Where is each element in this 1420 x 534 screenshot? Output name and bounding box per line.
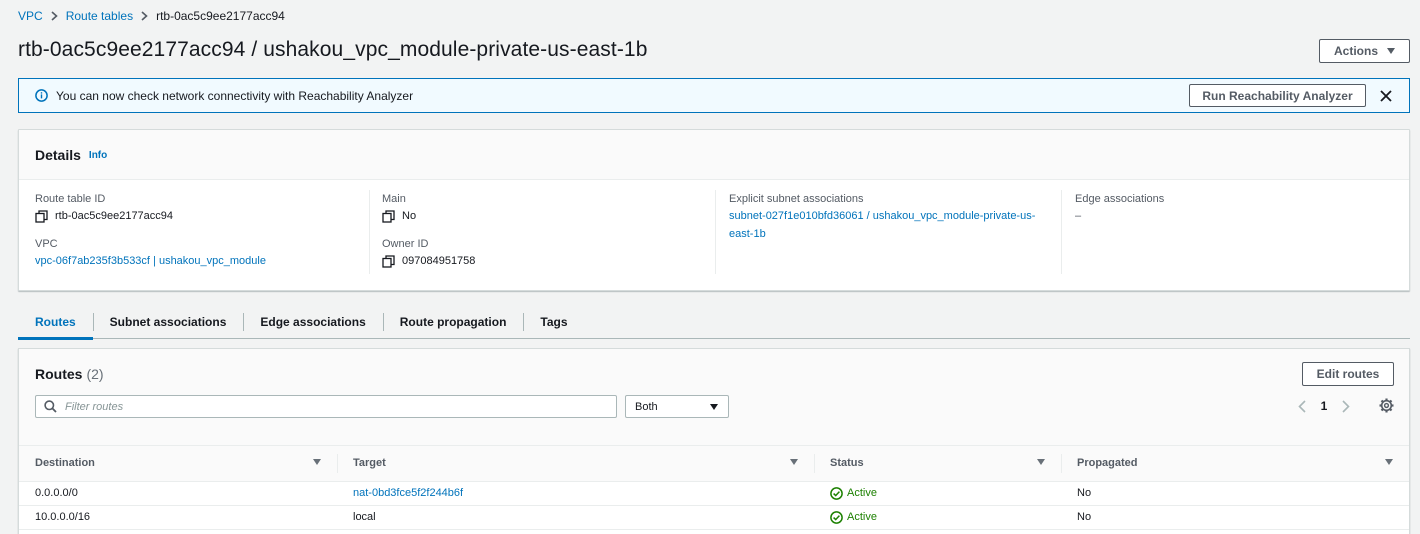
pagination: 1 — [1295, 397, 1353, 415]
sort-caret-icon — [313, 459, 321, 465]
routes-title-text: Routes — [35, 366, 83, 382]
edge-associations-value: – — [1075, 210, 1082, 222]
tab-route-propagation[interactable]: Route propagation — [382, 306, 524, 338]
next-page-icon[interactable] — [1339, 397, 1353, 415]
owner-id-value: 097084951758 — [402, 255, 476, 267]
status-badge: Active — [830, 510, 1061, 524]
column-header-status[interactable]: Status — [814, 446, 1061, 482]
copy-icon[interactable] — [382, 209, 395, 223]
tab-tags[interactable]: Tags — [523, 306, 584, 338]
details-panel: Details Info Route table ID rtb-0ac5c9ee… — [18, 129, 1410, 291]
explicit-subnet-association-link[interactable]: subnet-027f1e010bfd36061 / ushakou_vpc_m… — [729, 210, 1035, 240]
edit-routes-button[interactable]: Edit routes — [1302, 362, 1394, 386]
vpc-label: VPC — [35, 238, 58, 250]
routes-table: Destination Target Status Propagated 0.0… — [19, 446, 1409, 530]
details-info-link[interactable]: Info — [89, 150, 107, 161]
caret-down-icon — [710, 403, 718, 410]
edge-associations-label: Edge associations — [1075, 193, 1165, 205]
propagated-cell: No — [1061, 481, 1409, 506]
status-text: Active — [847, 511, 877, 523]
chevron-right-icon — [51, 11, 58, 21]
details-column-1: Route table ID rtb-0ac5c9ee2177acc94 VPC… — [35, 192, 266, 282]
run-reachability-analyzer-button[interactable]: Run Reachability Analyzer — [1189, 84, 1366, 107]
check-circle-icon — [830, 510, 843, 524]
target-cell: local — [337, 505, 814, 530]
route-type-select-value: Both — [635, 400, 658, 413]
details-column-4: Edge associations – — [1075, 192, 1164, 237]
routes-panel: Routes(2) Edit routes Both 1 — [18, 348, 1410, 534]
tab-subnet-associations[interactable]: Subnet associations — [92, 306, 244, 338]
caret-down-icon — [1387, 48, 1395, 54]
propagated-cell: No — [1061, 505, 1409, 530]
breadcrumb-vpc-link[interactable]: VPC — [18, 9, 43, 23]
chevron-right-icon — [141, 11, 148, 21]
status-cell: Active — [814, 481, 1061, 506]
tab-edge-associations[interactable]: Edge associations — [243, 306, 382, 338]
column-header-label: Target — [353, 457, 386, 470]
gear-icon[interactable] — [1379, 398, 1394, 413]
page-title: rtb-0ac5c9ee2177acc94 / ushakou_vpc_modu… — [18, 38, 648, 61]
destination-cell: 0.0.0.0/0 — [19, 481, 337, 506]
actions-button-label: Actions — [1333, 44, 1378, 58]
route-type-select[interactable]: Both — [625, 395, 729, 418]
target-link[interactable]: nat-0bd3fce5f2f244b6f — [353, 487, 463, 499]
details-column-2: Main No Owner ID 097084951758 — [382, 192, 475, 282]
column-divider — [1061, 190, 1062, 274]
sort-caret-icon — [1037, 459, 1045, 465]
column-header-label: Destination — [35, 457, 95, 470]
main-label: Main — [382, 193, 406, 205]
page-number[interactable]: 1 — [1309, 399, 1339, 413]
routes-count: (2) — [86, 366, 104, 382]
column-header-target[interactable]: Target — [337, 446, 814, 482]
column-header-label: Propagated — [1077, 457, 1138, 470]
copy-icon[interactable] — [35, 209, 48, 223]
routes-title: Routes (2) — [35, 366, 104, 382]
destination-cell: 10.0.0.0/16 — [19, 505, 337, 530]
actions-dropdown-button[interactable]: Actions — [1319, 39, 1410, 63]
close-icon[interactable] — [1377, 87, 1395, 105]
details-column-3: Explicit subnet associations subnet-027f… — [729, 192, 1049, 257]
sort-caret-icon — [1385, 459, 1393, 465]
flash-message: You can now check network connectivity w… — [56, 88, 414, 103]
copy-icon[interactable] — [382, 254, 395, 268]
column-header-label: Status — [830, 457, 864, 470]
target-cell: nat-0bd3fce5f2f244b6f — [337, 481, 814, 506]
previous-page-icon[interactable] — [1295, 397, 1309, 415]
vpc-link[interactable]: vpc-06f7ab235f3b533cf | ushakou_vpc_modu… — [35, 254, 266, 268]
search-icon — [44, 400, 57, 413]
table-header-row: Destination Target Status Propagated — [19, 446, 1409, 482]
table-row: 0.0.0.0/0 nat-0bd3fce5f2f244b6f Active N… — [19, 481, 1409, 506]
breadcrumb-current: rtb-0ac5c9ee2177acc94 — [156, 9, 285, 23]
column-header-propagated[interactable]: Propagated — [1061, 446, 1409, 482]
details-header: Details Info — [19, 130, 1409, 180]
breadcrumb-route-tables-link[interactable]: Route tables — [66, 9, 133, 23]
main-value: No — [402, 210, 417, 222]
table-row: 10.0.0.0/16 local Active No — [19, 505, 1409, 530]
column-divider — [369, 190, 370, 274]
filter-routes-field[interactable] — [35, 395, 617, 418]
check-circle-icon — [830, 486, 843, 500]
status-cell: Active — [814, 505, 1061, 530]
tab-bar: Routes Subnet associations Edge associat… — [18, 306, 1410, 340]
filter-routes-input[interactable] — [65, 400, 605, 413]
sort-caret-icon — [790, 459, 798, 465]
reachability-flash-banner: You can now check network connectivity w… — [18, 78, 1410, 113]
route-table-id-label: Route table ID — [35, 193, 106, 205]
column-divider — [715, 190, 716, 274]
info-icon — [35, 89, 48, 102]
breadcrumb: VPC Route tables rtb-0ac5c9ee2177acc94 — [18, 9, 285, 23]
tab-routes[interactable]: Routes — [18, 306, 93, 340]
column-header-destination[interactable]: Destination — [19, 446, 337, 482]
status-text: Active — [847, 487, 877, 499]
explicit-subnet-associations-label: Explicit subnet associations — [729, 193, 864, 205]
status-badge: Active — [830, 486, 1061, 500]
owner-id-label: Owner ID — [382, 238, 429, 250]
routes-header: Routes(2) Edit routes Both 1 — [19, 349, 1409, 446]
details-title: Details — [35, 146, 81, 163]
route-table-id-value: rtb-0ac5c9ee2177acc94 — [55, 210, 174, 222]
